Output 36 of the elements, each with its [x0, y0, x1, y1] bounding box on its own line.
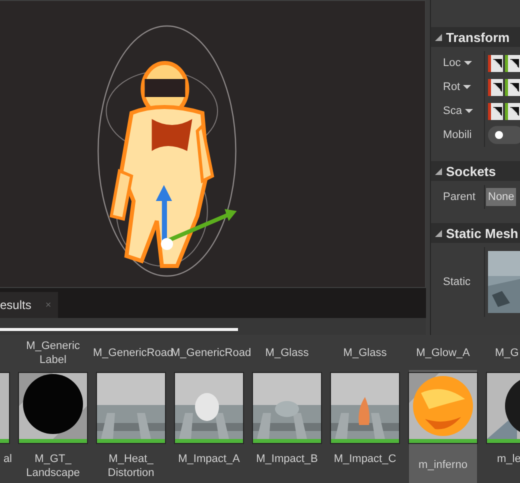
asset-label: m_inferno	[418, 458, 468, 472]
caret-icon[interactable]	[464, 61, 472, 65]
caret-icon[interactable]	[464, 109, 473, 113]
asset-tile[interactable]: al	[0, 370, 14, 483]
mobility-toggle[interactable]	[488, 126, 520, 144]
results-tab[interactable]: esults ×	[0, 292, 58, 318]
property-label: Mobili	[443, 129, 472, 141]
caret-icon[interactable]	[463, 85, 472, 89]
asset-label: M_GT_ Landscape	[25, 452, 81, 480]
asset-label: M_Impact_A	[177, 452, 241, 466]
asset-label[interactable]: M_Generic Label	[15, 338, 91, 366]
asset-label: M_Impact_C	[332, 452, 398, 466]
parent-dropdown[interactable]: None	[486, 188, 516, 206]
asset-label[interactable]: M_Glass	[249, 346, 325, 360]
asset-label[interactable]: M_Glass	[327, 346, 403, 360]
property-label: Static	[443, 276, 471, 288]
asset-label[interactable]: M_Glow_A	[405, 346, 481, 360]
asset-label[interactable]: M_G	[483, 346, 520, 360]
expand-icon[interactable]	[435, 34, 442, 40]
vector-field[interactable]	[488, 54, 503, 72]
asset-label: M_Impact_B	[255, 452, 319, 466]
vector-field[interactable]	[505, 78, 520, 96]
asset-label: al	[2, 452, 12, 466]
property-label: Sca	[443, 105, 462, 117]
property-label: Rot	[443, 81, 460, 93]
expand-icon[interactable]	[435, 230, 442, 236]
vector-field[interactable]	[505, 54, 520, 72]
property-label: Loc	[443, 57, 461, 69]
property-label: Parent	[443, 191, 476, 203]
vector-field[interactable]	[488, 102, 503, 120]
asset-label: M_Heat_ Distortion	[106, 452, 156, 480]
asset-label: m_le	[496, 452, 520, 466]
vector-field[interactable]	[488, 78, 503, 96]
asset-tile[interactable]: m_inferno	[409, 370, 477, 483]
vector-field[interactable]	[505, 102, 520, 120]
expand-icon[interactable]	[435, 168, 442, 174]
